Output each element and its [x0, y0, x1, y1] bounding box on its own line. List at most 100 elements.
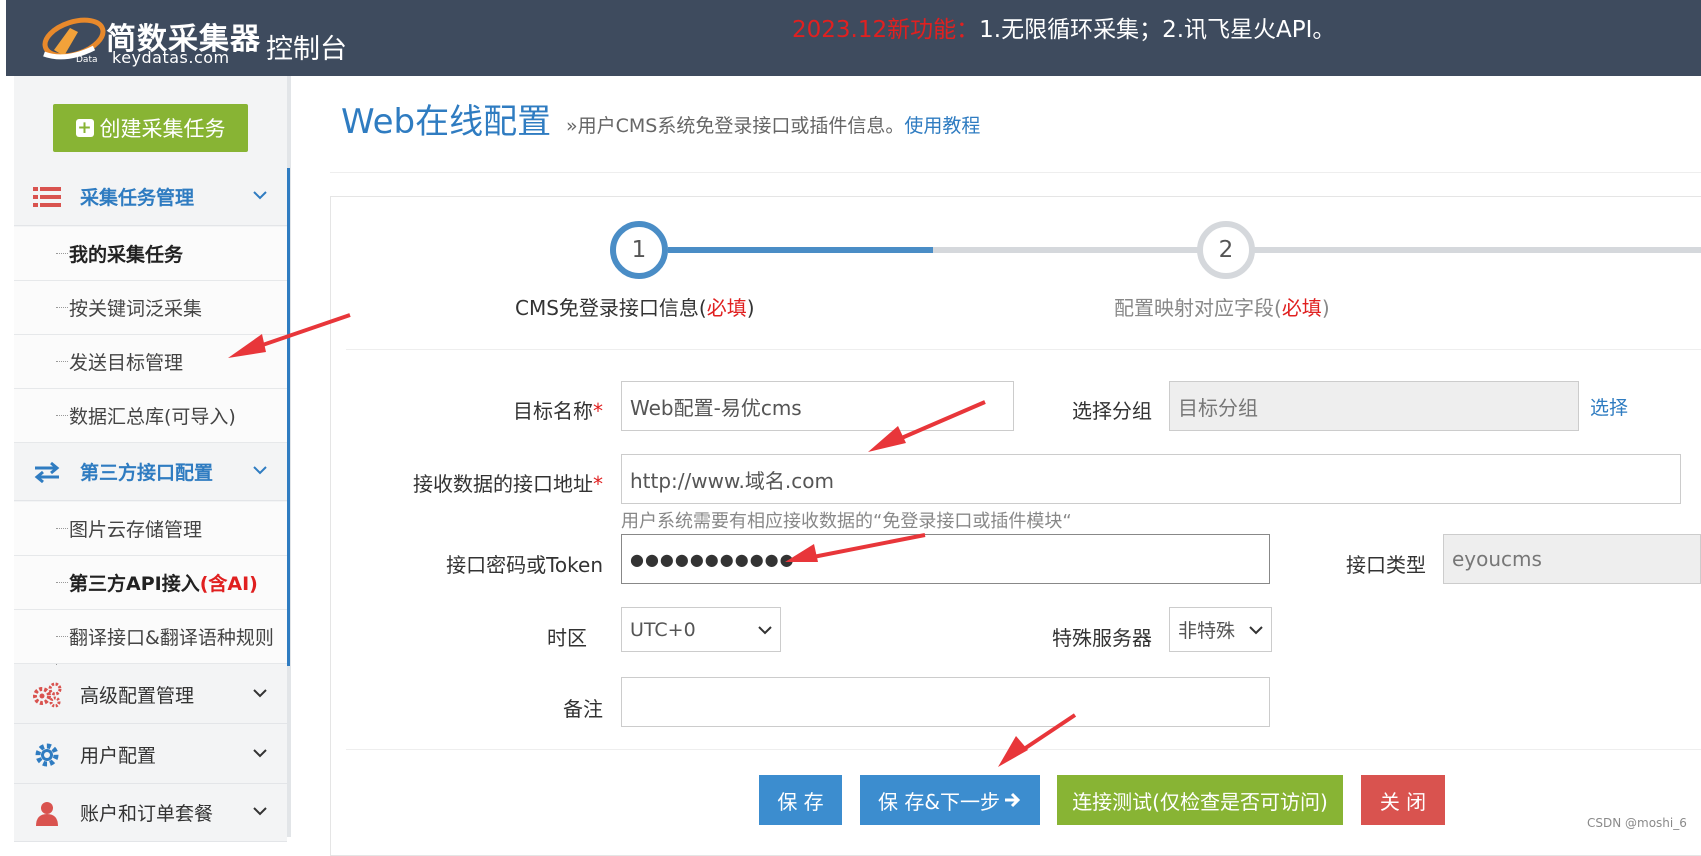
- sidebar-active-indicator: [287, 168, 290, 666]
- tree-dot: [56, 361, 68, 362]
- group-label: 选择分组: [1072, 399, 1152, 423]
- timezone-label: 时区: [547, 626, 587, 650]
- tree-dot: [56, 415, 68, 416]
- sidebar-item-my-tasks[interactable]: 我的采集任务: [14, 227, 287, 281]
- sidebar-item-image-storage[interactable]: 图片云存储管理: [14, 502, 287, 556]
- label-text: 接收数据的接口地址: [413, 472, 593, 496]
- page-subtitle: »用户CMS系统免登录接口或插件信息。使用教程: [566, 111, 980, 138]
- tree-dot: [56, 636, 68, 637]
- step-progress-inactive: [933, 247, 1701, 253]
- save-button[interactable]: 保 存: [759, 775, 842, 825]
- note-input[interactable]: [621, 677, 1270, 727]
- type-label: 接口类型: [1346, 553, 1426, 577]
- chevron-down-icon: [253, 749, 267, 758]
- sidebar-item-label: 数据汇总库(可导入): [69, 406, 236, 428]
- step-2-circle[interactable]: 2: [1197, 221, 1255, 279]
- chevron-down-icon: [758, 625, 772, 634]
- save-next-button[interactable]: 保 存&下一步: [860, 775, 1040, 825]
- gears-icon: [32, 682, 62, 708]
- tutorial-link[interactable]: 使用教程: [904, 115, 980, 137]
- top-header: Data 简数采集器 keydatas.com 控制台 2023.12新功能：1…: [6, 0, 1701, 76]
- notice-text: 1.无限循环采集；2.讯飞星火API。: [979, 17, 1336, 43]
- plus-icon: +: [75, 117, 94, 138]
- create-task-button[interactable]: + 创建采集任务: [53, 104, 248, 152]
- timezone-select[interactable]: UTC+0: [621, 607, 781, 652]
- sidebar-item-label: 第三方API接入(含AI): [69, 569, 258, 596]
- console-title: 控制台: [266, 34, 347, 65]
- watermark: CSDN @moshi_6: [1587, 816, 1687, 830]
- special-server-select[interactable]: 非特殊: [1169, 607, 1272, 652]
- page-title: Web在线配置: [341, 102, 552, 142]
- step-label-close: ): [746, 296, 755, 320]
- target-name-input[interactable]: Web配置-易优cms: [621, 381, 1014, 431]
- step-1-circle[interactable]: 1: [610, 221, 668, 279]
- api-url-input[interactable]: http://www.域名.com: [621, 454, 1681, 504]
- group-input[interactable]: 目标分组: [1169, 381, 1579, 431]
- gear-icon: [32, 742, 62, 768]
- step-required: 必填: [706, 296, 747, 320]
- feature-notice[interactable]: 2023.12新功能：1.无限循环采集；2.讯飞星火API。: [792, 10, 1335, 44]
- token-input[interactable]: ●●●●●●●●●●●: [621, 534, 1270, 584]
- chevron-down-icon: [253, 807, 267, 816]
- divider: [346, 349, 1701, 350]
- step-2-label: 配置映射对应字段(必填): [1114, 292, 1330, 321]
- select-group-link[interactable]: 选择: [1590, 393, 1628, 420]
- menu-group-user-config[interactable]: 用户配置: [14, 726, 287, 784]
- sidebar-item-label: 图片云存储管理: [69, 519, 203, 541]
- sidebar-item-send-targets[interactable]: 发送目标管理: [14, 335, 287, 389]
- subtitle-text: »用户CMS系统免登录接口或插件信息。: [566, 115, 905, 137]
- step-label-close: ): [1321, 296, 1330, 320]
- menu-group-label: 用户配置: [80, 745, 157, 767]
- sidebar-item-data-library[interactable]: 数据汇总库(可导入): [14, 389, 287, 443]
- sidebar-item-label: 发送目标管理: [69, 352, 184, 374]
- sidebar-item-label: 翻译接口&翻译语种规则: [69, 627, 274, 649]
- brand-domain: keydatas.com: [112, 48, 230, 67]
- brand-logo: Data: [42, 17, 106, 65]
- step-label-text: 配置映射对应字段(: [1114, 296, 1282, 320]
- api-url-label: 接收数据的接口地址*: [413, 468, 603, 497]
- menu-group-label: 高级配置管理: [80, 685, 195, 707]
- list-icon: [32, 184, 62, 210]
- svg-text:Data: Data: [76, 55, 98, 65]
- menu-group-account-orders[interactable]: 账户和订单套餐: [14, 784, 287, 842]
- chevron-down-icon: [253, 466, 267, 475]
- chevron-down-icon: [253, 191, 267, 200]
- sidebar-item-keyword-collect[interactable]: 按关键词泛采集: [14, 281, 287, 335]
- special-server-label: 特殊服务器: [1052, 626, 1152, 650]
- menu-group-label: 账户和订单套餐: [80, 803, 214, 825]
- menu-group-third-party-config[interactable]: 第三方接口配置: [14, 443, 287, 501]
- divider: [346, 749, 1701, 750]
- tree-dot: [56, 253, 68, 254]
- divider: [330, 172, 1701, 173]
- sidebar-item-translation[interactable]: 翻译接口&翻译语种规则: [14, 610, 287, 664]
- connection-test-button[interactable]: 连接测试(仅检查是否可访问): [1057, 775, 1343, 825]
- tree-dot: [56, 307, 68, 308]
- menu-group-advanced-config[interactable]: 高级配置管理: [14, 666, 287, 724]
- menu-group-task-management[interactable]: 采集任务管理: [14, 168, 287, 226]
- tree-dot: [56, 582, 68, 583]
- step-required: 必填: [1281, 296, 1322, 320]
- menu-group-label: 第三方接口配置: [80, 462, 214, 484]
- api-url-hint: 用户系统需要有相应接收数据的“免登录接口或插件模块“: [621, 511, 1072, 532]
- step-label-text: CMS免登录接口信息(: [515, 296, 707, 320]
- type-input[interactable]: eyoucms: [1443, 534, 1701, 584]
- timezone-value: UTC+0: [630, 618, 696, 641]
- sidebar-item-label: 我的采集任务: [69, 244, 184, 266]
- target-name-label: 目标名称*: [513, 395, 603, 424]
- ai-badge: (含AI): [199, 573, 258, 595]
- arrow-right-icon: [1004, 792, 1021, 808]
- server-value: 非特殊: [1178, 620, 1236, 642]
- step-1-label: CMS免登录接口信息(必填): [515, 292, 755, 321]
- chevron-down-icon: [253, 689, 267, 698]
- save-next-label: 保 存&下一步: [878, 789, 1000, 814]
- sidebar-item-label: 按关键词泛采集: [69, 298, 203, 320]
- close-button[interactable]: 关 闭: [1361, 775, 1445, 825]
- tree-dot: [56, 528, 68, 529]
- note-label: 备注: [563, 697, 603, 721]
- api-label: 第三方API接入: [69, 573, 200, 595]
- create-task-label: 创建采集任务: [99, 117, 226, 141]
- sidebar-item-third-party-api[interactable]: 第三方API接入(含AI): [14, 556, 287, 610]
- required-mark: *: [593, 472, 603, 496]
- chevron-down-icon: [1249, 625, 1263, 634]
- token-label: 接口密码或Token: [446, 553, 603, 577]
